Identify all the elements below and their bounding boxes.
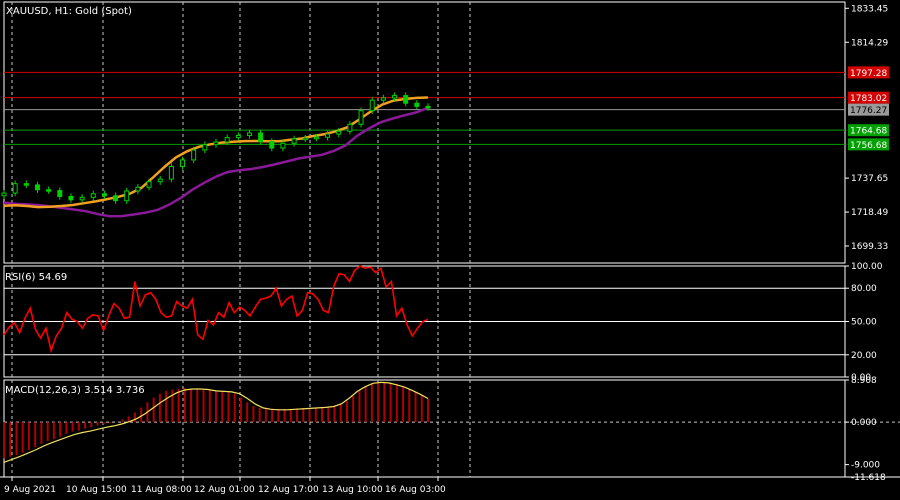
rsi-line [3, 265, 429, 354]
trading-chart[interactable]: 9 Aug 2021 10 Aug 15:00 11 Aug 08:00 12 Aug… [0, 0, 900, 500]
candle-body [302, 137, 308, 141]
candle-body [380, 97, 386, 101]
price-level-label: 1756.68 [850, 141, 887, 151]
candle-body [347, 123, 353, 132]
time-tick-label: 12 Aug 01:00 [194, 485, 255, 495]
time-tick-label: 16 Aug 03:00 [385, 485, 446, 495]
candle-body [191, 149, 197, 161]
price-level-label: 1797.28 [850, 69, 887, 79]
candle-body [202, 144, 208, 151]
candle-body [213, 141, 219, 146]
rsi-tick-label: 100.00 [851, 262, 883, 272]
candle-body [113, 195, 119, 202]
candle-body [358, 110, 364, 125]
candle-body [146, 181, 152, 188]
candle-body [34, 184, 40, 191]
candle-body [57, 190, 63, 197]
macd-tick-label: -9.000 [851, 461, 880, 471]
price-level-label: 1764.68 [850, 127, 887, 137]
macd-tick-label: 0.000 [851, 418, 877, 428]
candle-body [124, 190, 130, 202]
rsi-title: RSI(6) 54.69 [5, 272, 67, 283]
candle-body [325, 133, 331, 138]
candle-body [68, 195, 74, 201]
time-tick-label: 10 Aug 15:00 [66, 485, 127, 495]
price-level-label: 1776.27 [850, 106, 887, 116]
time-tick-label: 12 Aug 17:00 [258, 485, 319, 495]
candle-body [12, 183, 18, 194]
rsi-tick-label: 50.00 [851, 318, 877, 328]
candle-body [180, 159, 186, 167]
rsi-tick-label: 20.00 [851, 351, 877, 361]
candle-body [157, 178, 163, 183]
candle-body [425, 105, 431, 109]
candle-body [313, 136, 319, 140]
candle-body [291, 138, 297, 144]
price-level-label: 1783.02 [850, 94, 887, 104]
rsi-tick-label: 80.00 [851, 284, 877, 294]
candle-body [369, 99, 375, 112]
candle-body [336, 130, 342, 135]
price-tick-label: 1833.45 [851, 4, 888, 14]
time-tick-label: 9 Aug 2021 [4, 485, 56, 495]
slow-moving-average-line [3, 106, 429, 218]
price-tick-label: 1699.33 [851, 242, 888, 252]
candle-body [90, 193, 96, 198]
macd-tick-label: 8.908 [851, 376, 877, 386]
candle-body [414, 102, 420, 107]
candle-body [46, 189, 52, 192]
candle-body [269, 140, 275, 149]
candle-body [23, 183, 29, 186]
candle-body [224, 137, 230, 143]
candle-body [246, 132, 252, 136]
macd-title: MACD(12,26,3) 3.514 3.736 [5, 385, 145, 396]
candle-body [258, 132, 264, 142]
candle-body [403, 95, 409, 104]
candle-body [79, 196, 85, 201]
fast-moving-average-line [3, 96, 429, 209]
candle-body [168, 165, 174, 180]
price-tick-label: 1718.49 [851, 208, 888, 218]
price-tick-label: 1737.65 [851, 174, 888, 184]
macd-tick-label: -11.618 [851, 473, 886, 483]
candle-body [235, 134, 241, 139]
price-tick-label: 1814.29 [851, 38, 888, 48]
price-pane-frame [3, 1, 846, 264]
time-tick-label: 11 Aug 08:00 [131, 485, 192, 495]
candle-body [1, 192, 7, 197]
candle-body [392, 95, 398, 99]
candle-body [135, 186, 141, 192]
candle-body [101, 193, 107, 197]
candle-body [280, 142, 286, 149]
price-chart-title: XAUUSD, H1: Gold (Spot) [6, 6, 132, 17]
time-tick-label: 13 Aug 10:00 [322, 485, 383, 495]
